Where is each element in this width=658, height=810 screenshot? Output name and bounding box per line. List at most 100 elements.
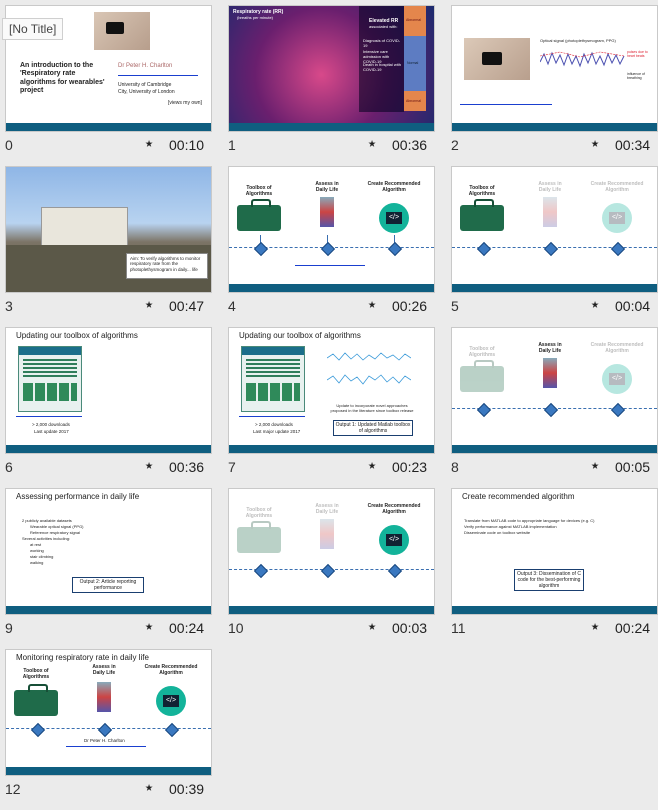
slide-preview: Toolbox of Algorithms Assess in Daily Li…	[228, 488, 435, 615]
slide-duration: 00:47	[169, 298, 205, 314]
slide-preview: Toolbox of Algorithms Assess in Daily Li…	[228, 166, 435, 293]
slide-thumbnail-5[interactable]: Toolbox of Algorithms Assess in Daily Li…	[451, 166, 658, 327]
star-icon[interactable]: ⭑	[591, 618, 599, 635]
code-icon	[379, 525, 409, 555]
update-description: Update to incorporate novel approaches p…	[330, 403, 414, 413]
slide-thumbnail-1[interactable]: Respiratory rate (RR) (breaths per minut…	[228, 5, 435, 166]
reference-link[interactable]	[295, 265, 365, 266]
slide-number: 10	[228, 620, 244, 636]
column-title-assess: Assess in Daily Life	[315, 181, 339, 193]
profile-link[interactable]	[66, 746, 146, 747]
column-title-create: Create Recommended Algorithm	[367, 181, 421, 193]
star-icon[interactable]: ⭑	[145, 135, 153, 152]
slide-thumbnail-3[interactable]: Aim: To verify algorithms to monitor res…	[5, 166, 212, 327]
slide-meta: 5 ⭑ 00:04	[451, 295, 656, 317]
slide-thumbnail-11[interactable]: Create recommended algorithm Translate f…	[451, 488, 658, 649]
slide-title: Assessing performance in daily life	[16, 492, 140, 501]
slide-thumbnail-9[interactable]: Assessing performance in daily life 2 pu…	[5, 488, 212, 649]
slide-footer	[6, 123, 211, 131]
milestone-diamond	[320, 563, 336, 579]
star-icon[interactable]: ⭑	[591, 135, 599, 152]
slide-thumbnail-7[interactable]: Updating our toolbox of algorithms > 2,0…	[228, 327, 435, 488]
slide-duration: 00:05	[615, 459, 651, 475]
slide-footer	[229, 606, 434, 614]
star-icon[interactable]: ⭑	[145, 296, 153, 313]
code-icon	[379, 203, 409, 233]
toolbox-link[interactable]	[239, 416, 305, 417]
star-icon[interactable]: ⭑	[591, 296, 599, 313]
slide-preview: Create recommended algorithm Translate f…	[451, 488, 658, 615]
toolbox-icon	[460, 360, 504, 392]
output-box: Output 1: Updated Matlab toolbox of algo…	[333, 420, 413, 436]
slide-meta: 7 ⭑ 00:23	[228, 456, 433, 478]
slide-footer	[452, 123, 657, 131]
milestone-diamond	[97, 722, 113, 738]
column-title-assess: Assess in Daily Life	[538, 181, 562, 193]
hospital-building	[41, 207, 128, 249]
milestone-diamond	[164, 722, 180, 738]
column-title-toolbox: Toolbox of Algorithms	[245, 185, 273, 197]
slide-footer	[452, 445, 657, 453]
disclaimer: [views my own]	[168, 100, 202, 106]
download-count: > 2,000 downloads	[32, 422, 70, 427]
star-icon[interactable]: ⭑	[145, 618, 153, 635]
slide-thumbnail-4[interactable]: Toolbox of Algorithms Assess in Daily Li…	[228, 166, 435, 327]
milestone-diamond	[387, 563, 403, 579]
bullet: walking	[30, 560, 44, 565]
scale-label-low: Abnormal	[406, 99, 421, 103]
star-icon[interactable]: ⭑	[368, 457, 376, 474]
star-icon[interactable]: ⭑	[368, 618, 376, 635]
column-title-assess: Assess in Daily Life	[538, 342, 562, 354]
slide-thumbnail-2[interactable]: Optical signal (photoplethysmogram, PPG)…	[451, 5, 658, 166]
activity-photo	[320, 197, 334, 227]
slide-title: Create recommended algorithm	[462, 492, 575, 501]
slide-preview: Optical signal (photoplethysmogram, PPG)…	[451, 5, 658, 132]
milestone-diamond	[387, 241, 403, 257]
risk-item: Diagnosis of COVID-19	[363, 38, 401, 48]
slide-title: Updating our toolbox of algorithms	[239, 331, 361, 340]
column-title-toolbox: Toolbox of Algorithms	[245, 507, 273, 519]
slide-duration: 00:26	[392, 298, 428, 314]
slide-duration: 00:10	[169, 137, 205, 153]
slide-duration: 00:23	[392, 459, 428, 475]
star-icon[interactable]: ⭑	[145, 457, 153, 474]
slide-thumbnail-12[interactable]: Monitoring respiratory rate in daily lif…	[5, 649, 212, 810]
wearable-photo	[464, 38, 530, 80]
reference-link[interactable]	[460, 104, 552, 105]
slide-number: 12	[5, 781, 21, 797]
slide-number: 9	[5, 620, 13, 636]
slide-duration: 00:39	[169, 781, 205, 797]
star-icon[interactable]: ⭑	[591, 457, 599, 474]
milestone-diamond	[543, 241, 559, 257]
slide-preview: Toolbox of Algorithms Assess in Daily Li…	[451, 327, 658, 454]
slide-thumbnail-10[interactable]: Toolbox of Algorithms Assess in Daily Li…	[228, 488, 435, 649]
star-icon[interactable]: ⭑	[368, 296, 376, 313]
slide-footer	[452, 284, 657, 292]
slide-meta: 8 ⭑ 00:05	[451, 456, 656, 478]
profile-link[interactable]	[118, 75, 198, 76]
slide-thumbnail-6[interactable]: Updating our toolbox of algorithms > 2,0…	[5, 327, 212, 488]
milestone-diamond	[476, 402, 492, 418]
slide-number: 1	[228, 137, 236, 153]
slide-preview: Updating our toolbox of algorithms > 2,0…	[5, 327, 212, 454]
toolbox-icon	[14, 684, 58, 716]
milestone-diamond	[610, 241, 626, 257]
code-icon	[156, 686, 186, 716]
column-title-create: Create Recommended Algorithm	[367, 503, 421, 515]
slide-meta: 4 ⭑ 00:26	[228, 295, 433, 317]
column-title-toolbox: Toolbox of Algorithms	[22, 668, 50, 680]
star-icon[interactable]: ⭑	[145, 779, 153, 796]
code-icon	[602, 203, 632, 233]
slide-meta: 11 ⭑ 00:24	[451, 617, 656, 639]
star-icon[interactable]: ⭑	[368, 135, 376, 152]
slide-number: 4	[228, 298, 236, 314]
slide-thumbnail-8[interactable]: Toolbox of Algorithms Assess in Daily Li…	[451, 327, 658, 488]
window-title-tooltip: [No Title]	[2, 18, 64, 40]
slide-footer	[6, 767, 211, 775]
milestone-diamond	[30, 722, 46, 738]
toolbox-link[interactable]	[16, 416, 82, 417]
milestone-diamond	[476, 241, 492, 257]
toolbox-website-screenshot	[18, 346, 82, 412]
column-title-assess: Assess in Daily Life	[315, 503, 339, 515]
caption-box: Aim: To verify algorithms to monitor res…	[126, 253, 208, 279]
